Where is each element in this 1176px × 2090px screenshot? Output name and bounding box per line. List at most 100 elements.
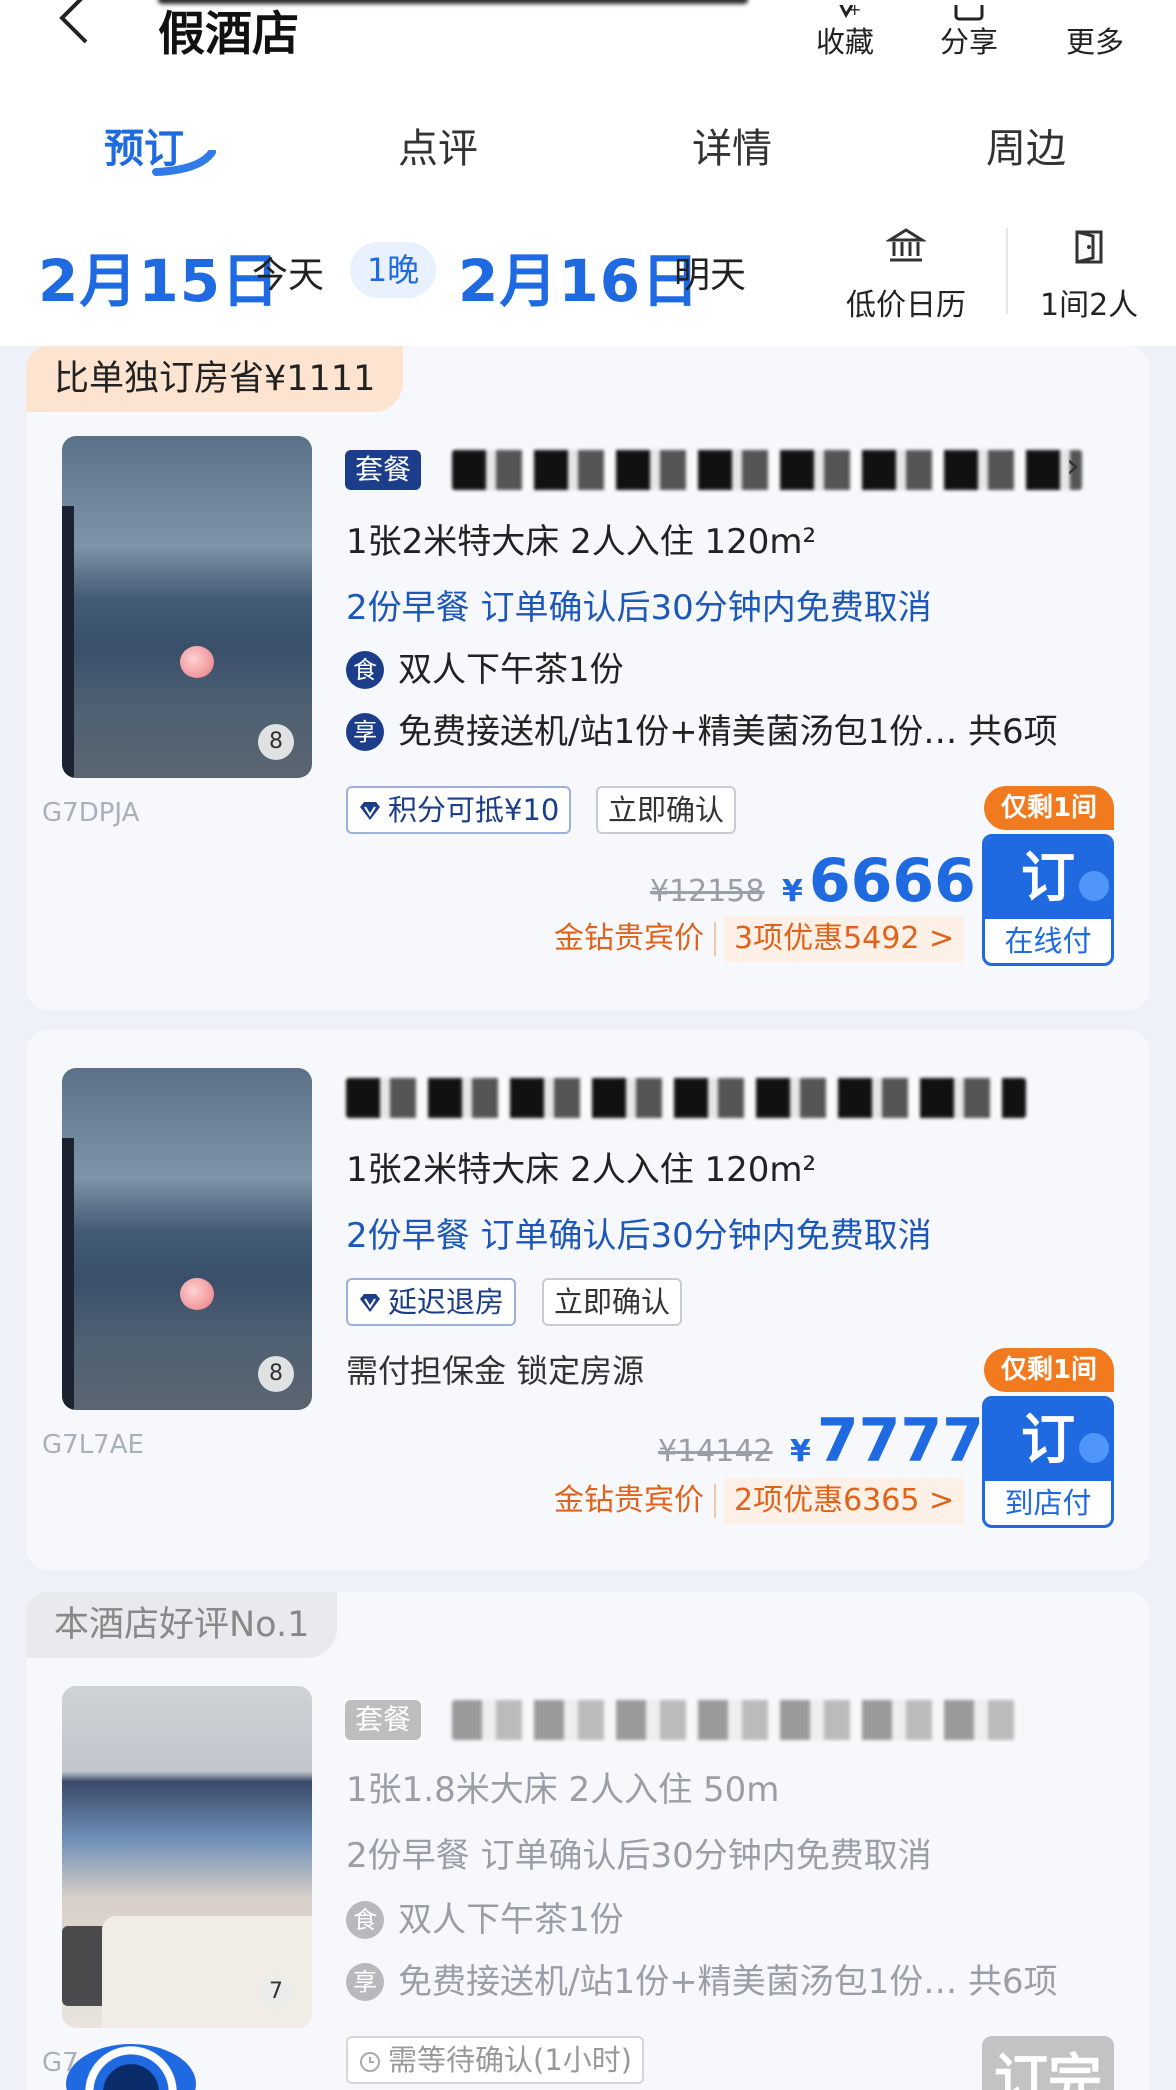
checkout-date[interactable]: 2月16日 [458,234,700,318]
pending-confirm-chip: 需等待确认(1小时) [346,2036,645,2084]
room-photo[interactable]: 8 [62,1068,312,1410]
more-button[interactable]: 更多 [1050,0,1140,59]
perk-row[interactable]: 享免费接送机/站1份+精美菌汤包1份… 共6项 [346,704,1058,753]
package-badge: 套餐 [345,1700,422,1740]
book-text: 订 [1021,846,1075,909]
discount-row[interactable]: 金钻贵宾价 2项优惠6365 > [554,1478,965,1524]
guests-label: 1间2人 [1040,288,1139,323]
policy-info: 2份早餐 订单确认后30分钟内免费取消 [346,1216,932,1256]
instant-confirm-chip: 立即确认 [596,786,737,834]
room-name-redacted [452,1700,1022,1740]
chip-label: 积分可抵¥10 [388,793,560,827]
book-button[interactable]: 订 在线付 [982,834,1114,966]
enjoy-icon: 享 [346,713,384,751]
tab-nearby[interactable]: 周边 [986,116,1066,174]
food-icon: 食 [346,1901,384,1939]
discount-link: 2项优惠6365 > [724,1478,965,1524]
photo-detail [180,1278,214,1310]
door-icon [1075,230,1103,264]
book-label: 订 [985,837,1111,919]
scarcity-badge: 仅剩1间 [984,1348,1114,1392]
low-price-calendar-button[interactable]: 低价日历 [846,226,966,324]
photo-detail [102,1916,312,2028]
clock-icon [360,2052,380,2072]
food-icon: 食 [346,651,384,689]
pay-method: 在线付 [1004,924,1092,958]
nights-badge: 1晚 [350,242,436,298]
more-label: 更多 [1065,25,1124,59]
top-header: 假酒店 + 收藏 分享 更多 [0,0,1176,88]
tab-details[interactable]: 详情 [692,116,772,174]
late-checkout-chip: 延迟退房 [346,1278,517,1326]
instant-confirm-chip: 立即确认 [542,1278,683,1326]
room-photo[interactable]: 8 [62,436,312,778]
room-code: G7L7AE [42,1430,144,1460]
price-value: 7777 [816,1406,984,1476]
photo-count: 8 [258,724,294,760]
book-button[interactable]: 订 到店付 [982,1396,1114,1528]
bed-info: 1张2米特大床 2人入住 120m² [346,1150,817,1190]
enjoy-icon: 享 [346,1963,384,2001]
chip-label: 需等待确认(1小时) [388,2043,633,2077]
hotel-title: 假酒店 [158,7,299,62]
tab-bar: 预订 点评 详情 周边 [0,88,1176,198]
price: ¥6666 [782,846,976,916]
chip-label: 延迟退房 [388,1285,505,1319]
rating-tag: 本酒店好评No.1 [26,1592,338,1658]
date-bar: 2月15日 今天 1晚 2月16日 明天 低价日历 1间2人 [0,198,1176,346]
chevron-left-icon [59,0,88,44]
book-text: 订 [1021,1408,1075,1471]
photo-detail [62,1138,74,1410]
original-price: ¥14142 [658,1434,773,1469]
room-name-redacted [346,1078,1026,1118]
favorite-button[interactable]: + 收藏 [800,0,890,59]
policy-info: 2份早餐 订单确认后30分钟内免费取消 [346,588,932,628]
hotel-title-redacted [158,0,748,4]
room-card[interactable]: 比单独订房省¥1111 8 G7DPJA 套餐 › 1张2米特大床 2人入住 1… [26,346,1150,1010]
bank-icon [884,228,928,262]
favorite-icon: + [800,0,890,22]
original-price: ¥12158 [650,874,765,909]
scarcity-badge: 仅剩1间 [984,786,1114,830]
vip-price-label: 金钻贵宾价 [554,1483,704,1518]
room-photo[interactable]: 7 [62,1686,312,2028]
book-button-sold-out: 订完 [982,2036,1114,2090]
checkin-date[interactable]: 2月15日 [38,234,280,318]
discount-row[interactable]: 金钻贵宾价 3项优惠5492 > [554,916,965,962]
bed-info: 1张1.8米大床 2人入住 50m [346,1770,780,1810]
points-chip: 积分可抵¥10 [346,786,572,834]
tab-active-indicator [152,150,216,176]
favorite-label: 收藏 [815,25,874,59]
currency: ¥ [782,874,803,909]
tab-reviews[interactable]: 点评 [398,116,478,174]
perk-row: 食双人下午茶1份 [346,1892,624,1941]
perk-text: 免费接送机/站1份+精美菌汤包1份… 共6项 [398,1962,1058,2002]
perk-text: 双人下午茶1份 [398,1900,624,1940]
room-guest-button[interactable]: 1间2人 [1040,226,1138,324]
perk-text: 双人下午茶1份 [398,650,624,690]
perk-row: 食双人下午茶1份 [346,642,624,691]
calendar-label: 低价日历 [846,288,966,323]
checkin-sub: 今天 [252,255,325,296]
savings-tag: 比单独订房省¥1111 [26,346,404,412]
separator [714,922,716,956]
share-button[interactable]: 分享 [924,0,1014,59]
separator [714,1484,716,1518]
photo-count: 7 [258,1974,294,2010]
perk-row[interactable]: 享免费接送机/站1份+精美菌汤包1份… 共6项 [346,1954,1058,2003]
pay-method: 到店付 [1004,1486,1092,1520]
discount-link: 3项优惠5492 > [724,916,965,962]
divider [1006,228,1008,314]
share-icon [924,0,1014,22]
checkout-sub: 明天 [674,255,747,296]
svg-text:+: + [848,5,861,19]
policy-info: 2份早餐 订单确认后30分钟内免费取消 [346,1836,932,1876]
book-label: 订 [985,1399,1111,1481]
chevron-right-icon[interactable]: › [1066,446,1080,486]
room-card[interactable]: 本酒店好评No.1 7 G7 套餐 1张1.8米大床 2人入住 50m 2份早餐… [26,1592,1150,2090]
swoosh-icon [1079,871,1109,901]
back-button[interactable] [52,0,102,50]
room-name-redacted [452,450,1082,490]
book-label: 订完 [985,2039,1111,2090]
room-card[interactable]: 8 G7L7AE 1张2米特大床 2人入住 120m² 2份早餐 订单确认后30… [26,1030,1150,1570]
